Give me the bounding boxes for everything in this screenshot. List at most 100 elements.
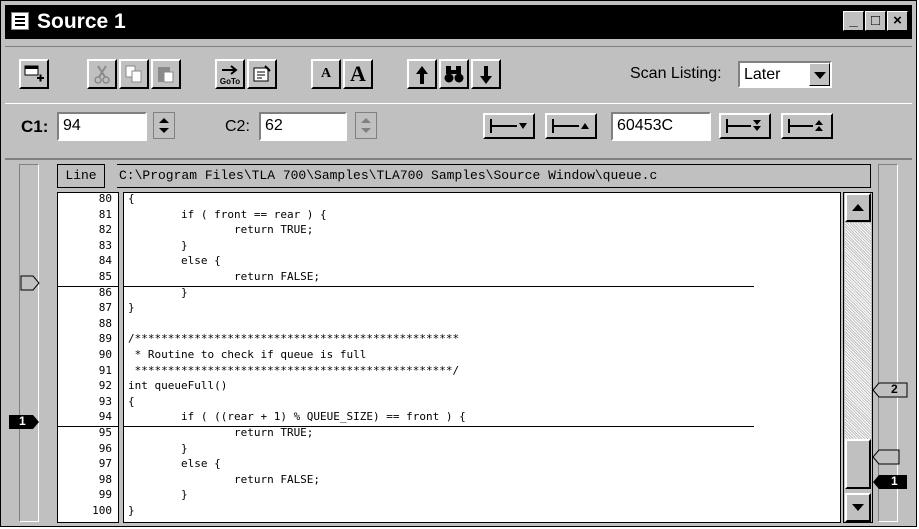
- scroll-down-button[interactable]: [845, 493, 871, 522]
- cursor-2-label: 2: [891, 382, 898, 396]
- line-number: 80: [98, 192, 112, 205]
- address-next-icon: [726, 119, 761, 133]
- previous-line-button[interactable]: [545, 113, 597, 139]
- source-listing-area: 1 Line C:\Program Files\TLA 700\Samples\…: [5, 158, 912, 526]
- code-line: if ( front == rear ) {: [128, 207, 327, 221]
- line-number: 90: [98, 348, 112, 361]
- line-number: 96: [98, 441, 112, 455]
- line-number: 97: [98, 457, 112, 471]
- code-line: }: [128, 488, 188, 502]
- code-line: else {: [128, 254, 221, 268]
- scan-listing-label: Scan Listing:: [630, 65, 722, 82]
- c2-spinner[interactable]: [355, 112, 377, 139]
- smaller-font-button[interactable]: A: [311, 59, 341, 89]
- search-forward-button[interactable]: [471, 59, 501, 89]
- code-line: {: [128, 192, 135, 205]
- code-line: return TRUE;: [128, 426, 314, 439]
- cursor-1-marker[interactable]: 1: [7, 414, 39, 430]
- arrow-down-icon: [480, 66, 492, 84]
- code-listing[interactable]: { if ( front == rear ) { return TRUE; } …: [123, 192, 841, 523]
- line-number: 88: [98, 316, 112, 330]
- minimize-button[interactable]: _: [843, 11, 864, 31]
- c2-label: C2:: [225, 118, 250, 135]
- next-line-button[interactable]: [483, 113, 535, 139]
- code-line: return FALSE;: [128, 270, 321, 283]
- spin-up-icon[interactable]: [361, 118, 371, 123]
- scissors-icon: [94, 65, 110, 84]
- address-input[interactable]: 60453C: [611, 112, 711, 141]
- line-number: 87: [98, 301, 112, 315]
- search-backward-button[interactable]: [407, 59, 437, 89]
- source-window-icon[interactable]: [11, 12, 29, 30]
- spin-down-icon[interactable]: [159, 128, 169, 133]
- vertical-scrollbar[interactable]: [843, 192, 873, 523]
- new-data-window-button[interactable]: [19, 59, 49, 89]
- c1-input[interactable]: 94: [57, 112, 147, 141]
- line-number: 86: [98, 285, 112, 299]
- larger-font-button[interactable]: A: [343, 59, 373, 89]
- cursor-marker-icon[interactable]: [7, 275, 41, 296]
- find-button[interactable]: [439, 59, 469, 89]
- c1-value: 94: [63, 117, 81, 134]
- paste-button[interactable]: [151, 59, 181, 89]
- c1-label: C1:: [21, 117, 49, 136]
- cursor-2-marker[interactable]: 2: [871, 382, 909, 398]
- code-line: {: [128, 394, 135, 408]
- scan-listing-select[interactable]: Later: [738, 61, 832, 88]
- code-line: return FALSE;: [128, 472, 321, 486]
- code-line: int queueFull(): [128, 379, 228, 393]
- line-number: 99: [98, 488, 112, 502]
- previous-address-button[interactable]: [781, 113, 833, 139]
- code-line: * Routine to check if queue is full: [128, 348, 367, 361]
- spin-up-icon[interactable]: [159, 118, 169, 123]
- properties-button[interactable]: [247, 59, 277, 89]
- line-previous-icon: [552, 119, 589, 133]
- address-previous-icon: [788, 119, 823, 133]
- code-line: }: [128, 504, 135, 517]
- cursor-1-label: 1: [19, 414, 26, 428]
- line-number: 81: [98, 207, 112, 221]
- address-value: 60453C: [617, 117, 674, 134]
- cursor-1-label: 1: [891, 474, 898, 488]
- code-line: /***************************************…: [128, 332, 460, 346]
- scroll-up-button[interactable]: [845, 193, 871, 222]
- goto-label: GoTo: [220, 77, 240, 86]
- code-line: if ( ((rear + 1) % QUEUE_SIZE) == front …: [128, 410, 466, 424]
- line-number: 92: [98, 379, 112, 393]
- window-title: Source 1: [37, 10, 126, 33]
- cursor-marker-icon[interactable]: [871, 449, 909, 470]
- title-bar[interactable]: Source 1 _ □ ×: [5, 5, 912, 39]
- line-number: 100: [92, 504, 112, 517]
- code-line: else {: [128, 457, 221, 471]
- cut-button[interactable]: [87, 59, 117, 89]
- cursor-position-line: [124, 426, 754, 427]
- maximize-button[interactable]: □: [865, 11, 886, 31]
- scroll-thumb[interactable]: [845, 439, 871, 489]
- arrow-down-icon: [852, 504, 864, 511]
- copy-button[interactable]: [119, 59, 149, 89]
- close-button[interactable]: ×: [887, 11, 908, 31]
- next-address-button[interactable]: [719, 113, 771, 139]
- chevron-down-icon[interactable]: [809, 63, 830, 86]
- file-path-header: C:\Program Files\TLA 700\Samples\TLA700 …: [117, 164, 871, 188]
- arrow-up-icon: [416, 66, 428, 84]
- line-number: 82: [98, 223, 112, 237]
- c2-input[interactable]: 62: [259, 112, 347, 141]
- line-column-header[interactable]: Line: [57, 164, 105, 188]
- code-line: ****************************************…: [128, 363, 460, 377]
- cursor-1-right-marker[interactable]: 1: [871, 474, 909, 490]
- copy-icon: [125, 65, 142, 83]
- clipboard-icon: [158, 67, 174, 83]
- line-number: 91: [98, 363, 112, 377]
- source-window: Source 1 _ □ × GoTo A A Scan Listing: La…: [0, 0, 917, 527]
- line-number-column: 80 81 82 83 84 85 86 87 88 89 90 91 92 93 94 95 96 97 98 99…: [57, 192, 119, 523]
- c1-spinner[interactable]: [153, 112, 175, 139]
- code-line: }: [128, 441, 188, 455]
- line-next-icon: [490, 119, 527, 133]
- spin-down-icon[interactable]: [361, 128, 371, 133]
- goto-button[interactable]: GoTo: [215, 59, 245, 89]
- line-number: 83: [98, 238, 112, 252]
- left-cursor-rail[interactable]: [19, 164, 39, 522]
- scan-listing-value: Later: [744, 66, 781, 83]
- arrow-up-icon: [852, 204, 864, 211]
